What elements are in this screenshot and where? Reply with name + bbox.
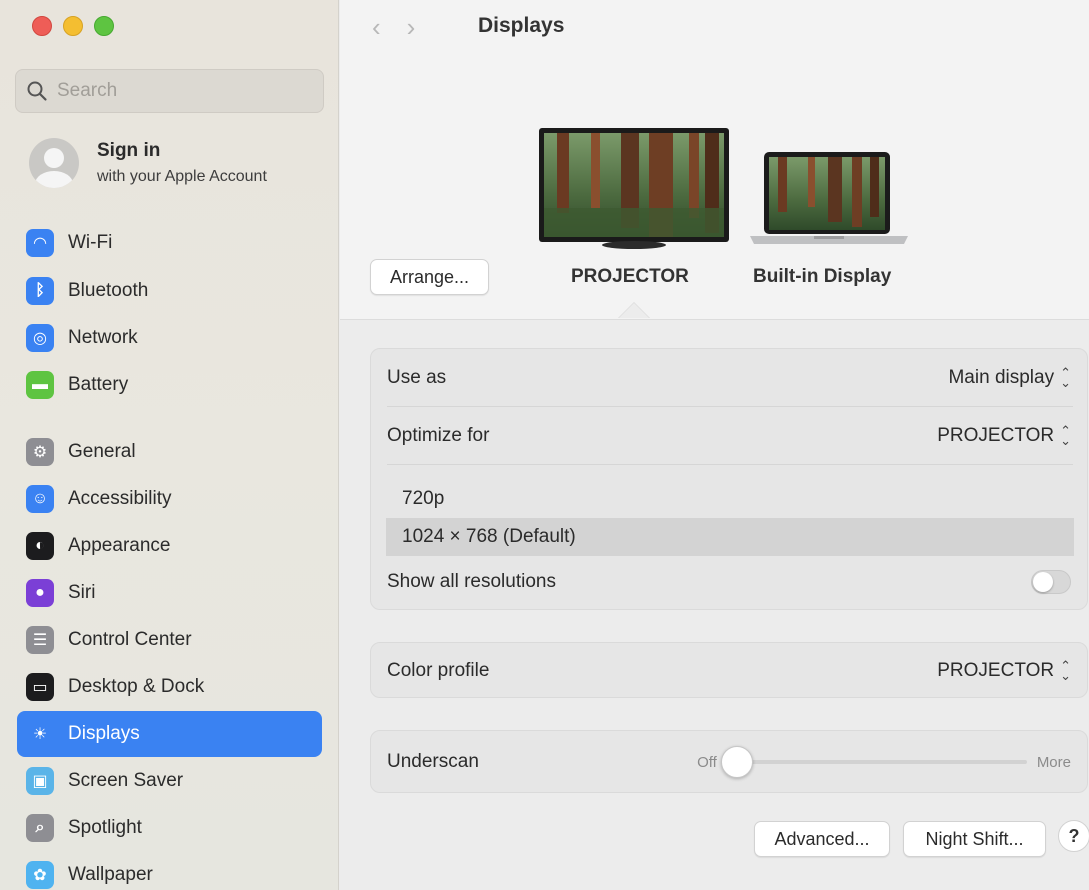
sidebar-item-label: Network <box>68 327 138 348</box>
built-in-display-thumbnail[interactable] <box>748 152 910 250</box>
sidebar-item-general[interactable]: ⚙ General <box>17 429 322 475</box>
sidebar-item-label: Wi-Fi <box>68 232 113 253</box>
sidebar-item-label: Appearance <box>68 535 171 556</box>
apple-account-sign-in[interactable]: Sign in with your Apple Account <box>29 138 267 188</box>
sidebar-item-battery[interactable]: ▬ Battery <box>17 362 322 408</box>
use-as-row: Use as Main display ⌃ ⌄ <box>387 363 1071 393</box>
help-button[interactable]: ? <box>1058 820 1089 852</box>
zoom-window-button[interactable] <box>94 16 114 36</box>
sidebar-item-appearance[interactable]: ◐ Appearance <box>17 523 322 569</box>
display-arrangement-area: ‹ › Displays Arrange... PROJECTOR Built-… <box>340 0 1089 320</box>
use-as-popup[interactable]: Main display ⌃ ⌄ <box>948 365 1071 390</box>
minimize-window-button[interactable] <box>63 16 83 36</box>
sidebar-item-label: Control Center <box>68 629 192 650</box>
sidebar-item-label: Screen Saver <box>68 770 184 791</box>
sidebar-item-label: Siri <box>68 582 96 603</box>
sidebar-item-control-center[interactable]: ☰ Control Center <box>17 617 322 663</box>
optimize-for-label: Optimize for <box>387 425 490 446</box>
sidebar-item-screen-saver[interactable]: ▣ Screen Saver <box>17 758 322 804</box>
sidebar-item-bluetooth[interactable]: ᛒ Bluetooth <box>17 268 322 314</box>
resolution-option-720p[interactable]: 720p <box>386 480 1074 518</box>
underscan-card: Underscan Off More <box>370 730 1088 793</box>
back-button[interactable]: ‹ <box>372 12 381 43</box>
underscan-label: Underscan <box>387 751 479 772</box>
flower-icon: ✿ <box>26 861 54 889</box>
sidebar-item-network[interactable]: ◎ Network <box>17 315 322 361</box>
gear-icon: ⚙ <box>26 438 54 466</box>
accessibility-icon: ☺ <box>26 485 54 513</box>
up-down-chevron-icon: ⌃ ⌄ <box>1060 365 1071 390</box>
selected-display-indicator <box>619 303 649 318</box>
sidebar-item-spotlight[interactable]: ⌕ Spotlight <box>17 805 322 851</box>
sidebar-item-displays[interactable]: ☀ Displays <box>17 711 322 757</box>
page-title: Displays <box>478 14 565 37</box>
up-down-chevron-icon: ⌃ ⌄ <box>1060 423 1071 448</box>
display-label-built-in[interactable]: Built-in Display <box>753 266 891 288</box>
brightness-icon: ☀ <box>32 726 48 743</box>
color-profile-popup[interactable]: PROJECTOR ⌃ ⌄ <box>937 658 1071 683</box>
display-label-projector[interactable]: PROJECTOR <box>571 266 689 288</box>
color-profile-card: Color profile PROJECTOR ⌃ ⌄ <box>370 642 1088 698</box>
siri-icon: ● <box>26 579 54 607</box>
screen-saver-icon: ▣ <box>26 767 54 795</box>
wifi-icon: ◠ <box>26 229 54 257</box>
color-profile-row: Color profile PROJECTOR ⌃ ⌄ <box>387 656 1071 686</box>
show-all-resolutions-label: Show all resolutions <box>387 571 556 592</box>
underscan-slider-knob[interactable] <box>720 746 753 778</box>
resolution-option-default[interactable]: 1024 × 768 (Default) <box>386 518 1074 556</box>
sidebar-item-label: Desktop & Dock <box>68 676 205 697</box>
forward-button[interactable]: › <box>407 12 416 43</box>
window-controls <box>32 16 114 36</box>
arrange-button[interactable]: Arrange... <box>370 259 489 295</box>
sidebar-item-accessibility[interactable]: ☺ Accessibility <box>17 476 322 522</box>
sidebar: Sign in with your Apple Account ◠Wi-FiᛒB… <box>0 0 339 890</box>
sidebar-item-desktop-dock[interactable]: ▭ Desktop & Dock <box>17 664 322 710</box>
close-window-button[interactable] <box>32 16 52 36</box>
sidebar-item-label: Displays <box>68 723 140 744</box>
optimize-for-row: Optimize for PROJECTOR ⌃ ⌄ <box>387 421 1071 451</box>
show-all-resolutions-row: Show all resolutions <box>387 567 1071 597</box>
projector-display-thumbnail[interactable] <box>539 128 729 252</box>
advanced-button[interactable]: Advanced... <box>754 821 890 857</box>
avatar <box>29 138 79 188</box>
control-center-icon: ☰ <box>26 626 54 654</box>
dock-icon: ▭ <box>26 673 54 701</box>
underscan-row: Underscan Off More <box>387 746 1071 778</box>
sidebar-item-label: Spotlight <box>68 817 142 838</box>
account-subtitle: with your Apple Account <box>97 168 267 185</box>
magnifier-icon: ⌕ <box>26 814 54 842</box>
search-box[interactable] <box>15 69 324 113</box>
sidebar-item-label: Battery <box>68 374 129 395</box>
displays-pane: ‹ › Displays Arrange... PROJECTOR Built-… <box>340 0 1089 890</box>
underscan-max-label: More <box>1036 753 1071 771</box>
sidebar-item-label: Wallpaper <box>68 864 153 885</box>
color-profile-label: Color profile <box>387 660 490 681</box>
optimize-for-popup[interactable]: PROJECTOR ⌃ ⌄ <box>937 423 1071 448</box>
search-input[interactable] <box>57 80 317 102</box>
sidebar-item-wallpaper[interactable]: ✿ Wallpaper <box>17 852 322 890</box>
use-as-label: Use as <box>387 367 447 388</box>
sidebar-item-label: Bluetooth <box>68 280 149 301</box>
display-settings-card: Use as Main display ⌃ ⌄ Optimize for PROJ… <box>370 348 1088 610</box>
sidebar-item-label: General <box>68 441 136 462</box>
underscan-min-label: Off <box>697 753 717 771</box>
sidebar-item-siri[interactable]: ● Siri <box>17 570 322 616</box>
account-title: Sign in <box>97 140 161 161</box>
appearance-icon: ◐ <box>26 532 54 560</box>
search-icon <box>27 81 47 101</box>
night-shift-button[interactable]: Night Shift... <box>903 821 1046 857</box>
globe-icon: ◎ <box>26 324 54 352</box>
sidebar-item-label: Accessibility <box>68 488 172 509</box>
bluetooth-icon: ᛒ <box>26 277 54 305</box>
show-all-resolutions-toggle[interactable] <box>1031 570 1071 594</box>
up-down-chevron-icon: ⌃ ⌄ <box>1060 658 1071 683</box>
sidebar-item-wi-fi[interactable]: ◠ Wi-Fi <box>17 220 322 266</box>
underscan-slider[interactable] <box>720 746 1027 778</box>
battery-icon: ▬ <box>26 371 54 399</box>
